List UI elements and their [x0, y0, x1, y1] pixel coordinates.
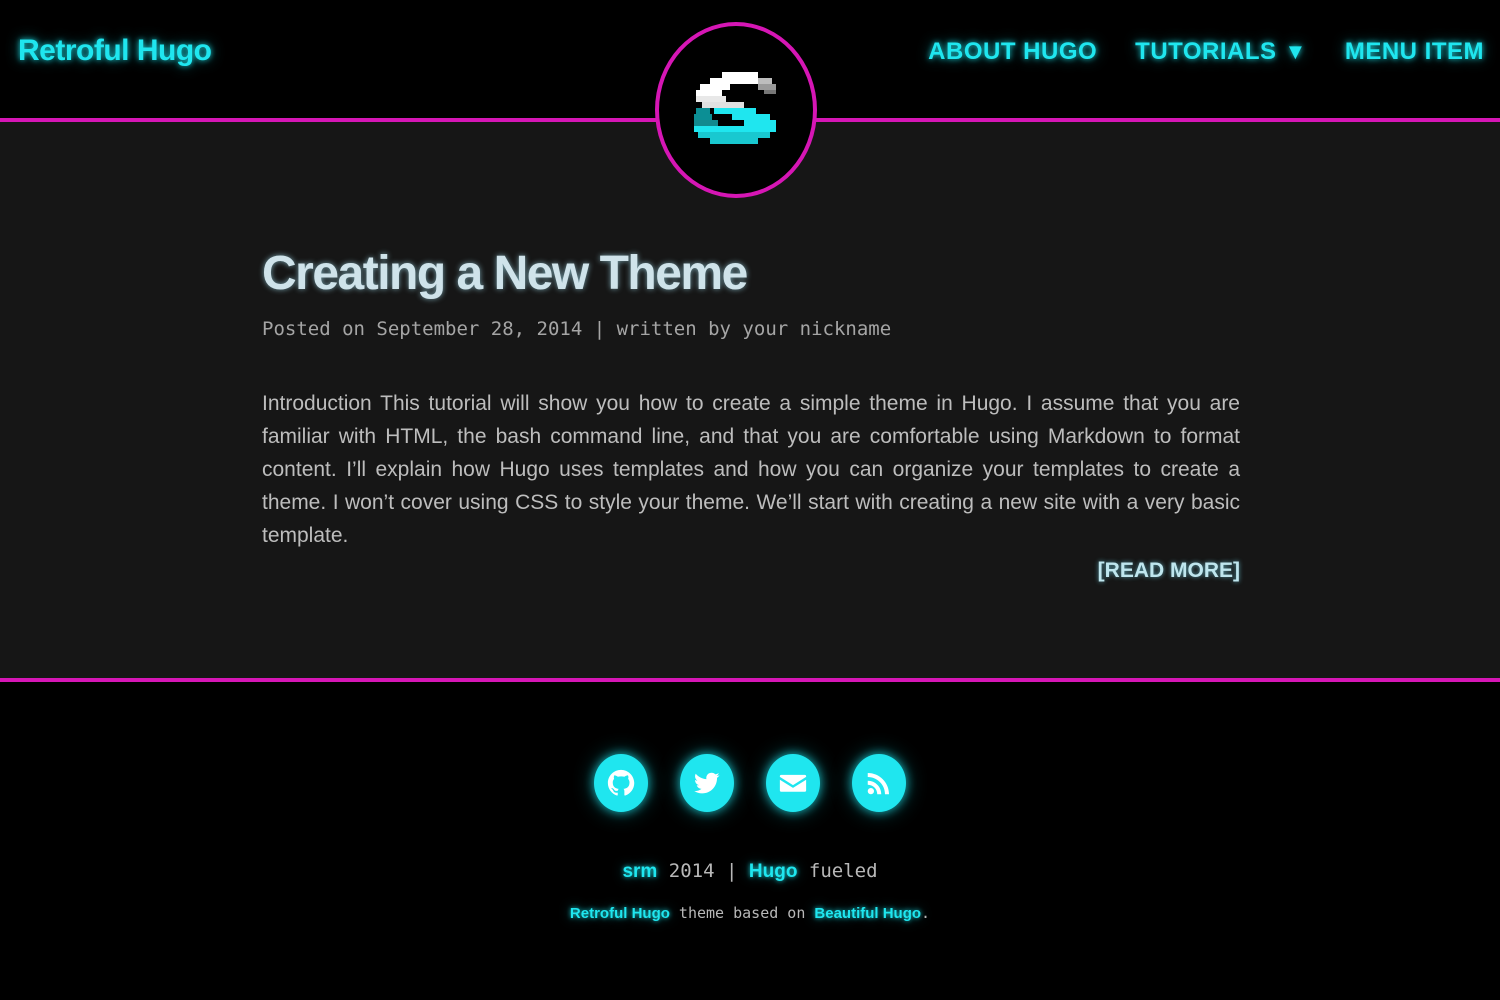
rss-link[interactable] — [852, 754, 906, 812]
avatar[interactable] — [655, 22, 817, 198]
nav-item-about-hugo[interactable]: ABOUT HUGO — [928, 38, 1097, 66]
beautiful-hugo-link[interactable]: Beautiful Hugo — [814, 905, 921, 922]
main-content: Creating a New Theme Posted on September… — [0, 122, 1500, 678]
hugo-link[interactable]: Hugo — [749, 861, 798, 882]
pixel-s-logo-icon — [694, 72, 776, 144]
email-link[interactable] — [766, 754, 820, 812]
main-nav: ABOUT HUGO TUTORIALS ▼ MENU ITEM — [928, 38, 1484, 66]
twitter-icon — [694, 772, 720, 794]
nav-item-tutorials-label: TUTORIALS — [1135, 38, 1277, 65]
footer-separator: | — [725, 860, 738, 882]
post-excerpt: Introduction This tutorial will show you… — [262, 392, 1240, 547]
caret-down-icon: ▼ — [1284, 39, 1307, 64]
nav-item-tutorials[interactable]: TUTORIALS ▼ — [1135, 38, 1307, 66]
github-link[interactable] — [594, 754, 648, 812]
copyright-line: srm 2014 | Hugo fueled — [0, 860, 1500, 883]
read-more-link[interactable]: [READ MORE] — [1098, 559, 1240, 583]
site-brand-link[interactable]: Retroful Hugo — [18, 34, 212, 68]
twitter-link[interactable] — [680, 754, 734, 812]
theme-credit-text: theme based on — [678, 904, 806, 922]
nav-item-menu-item[interactable]: MENU ITEM — [1345, 38, 1484, 66]
social-links — [594, 754, 906, 812]
theme-link[interactable]: Retroful Hugo — [570, 905, 670, 922]
footer: srm 2014 | Hugo fueled Retroful Hugo the… — [0, 678, 1500, 1000]
credit-period: . — [921, 904, 931, 922]
fueled-text: fueled — [808, 860, 878, 882]
rss-icon — [867, 773, 889, 795]
author-link[interactable]: srm — [622, 861, 657, 882]
post-title[interactable]: Creating a New Theme — [262, 246, 748, 301]
email-icon — [779, 774, 807, 792]
github-icon — [607, 769, 635, 796]
post-meta: Posted on September 28, 2014 | written b… — [262, 318, 892, 340]
copyright-year: 2014 — [668, 860, 715, 882]
theme-credit: Retroful Hugo theme based on Beautiful H… — [0, 904, 1500, 922]
